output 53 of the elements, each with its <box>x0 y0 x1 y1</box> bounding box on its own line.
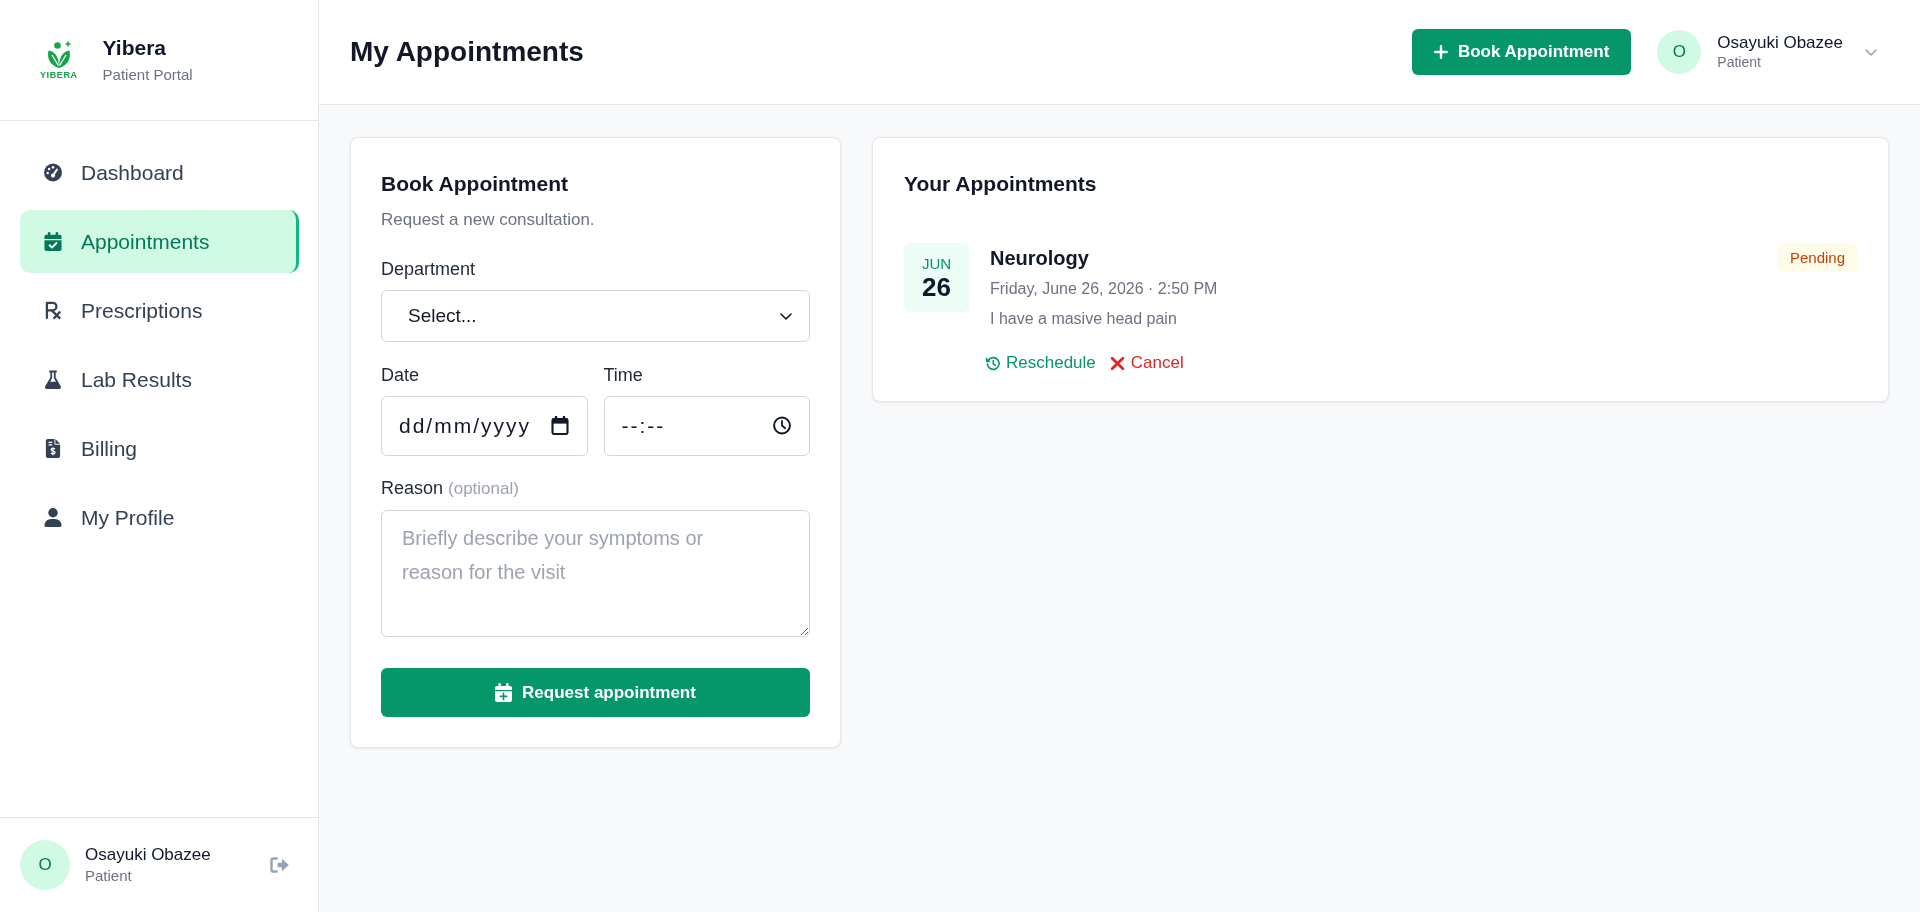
nav-item[interactable]: Dashboard <box>20 141 299 204</box>
nav-item[interactable]: Lab Results <box>20 348 299 411</box>
reschedule-link[interactable]: Reschedule <box>985 352 1096 374</box>
logout-icon[interactable] <box>270 857 289 873</box>
avatar: O <box>20 840 70 890</box>
flask-icon <box>44 370 62 389</box>
date-input[interactable]: dd/mm/yyyy <box>381 396 588 456</box>
brand-tagline: Patient Portal <box>102 66 193 84</box>
calendar-check-icon <box>44 232 62 251</box>
invoice-icon <box>44 439 62 458</box>
calendar-plus-icon <box>495 683 513 702</box>
clock-icon[interactable] <box>773 416 791 435</box>
chevron-down-icon <box>780 312 792 320</box>
close-icon <box>1109 355 1125 371</box>
card-title: Your Appointments <box>904 171 1098 197</box>
date-month: JUN <box>921 254 952 273</box>
field-label: Time <box>603 364 644 387</box>
field-label: Reason <box>381 477 444 500</box>
optional-hint: (optional) <box>448 478 519 500</box>
logo-wordmark: YIBERA <box>40 69 78 80</box>
date-day: 26 <box>922 272 951 301</box>
field-label: Date <box>381 364 421 387</box>
appointment-datetime: Friday, June 26, 2026 · 2:50 PM <box>990 279 1219 299</box>
prescription-icon <box>44 301 62 320</box>
reason-textarea[interactable]: Briefly describe your symptoms or reason for the visit <box>381 510 810 637</box>
calendar-icon[interactable] <box>550 416 569 435</box>
user-icon <box>44 508 62 527</box>
user-name: Osayuki Obazee <box>1717 33 1843 53</box>
gauge-icon <box>44 163 62 182</box>
appointment-note: I have a masive head pain <box>990 309 1178 329</box>
user-role: Patient <box>85 867 133 885</box>
user-role: Patient <box>1717 53 1762 71</box>
book-appointment-button[interactable]: Book Appointment <box>1411 29 1632 75</box>
nav-item[interactable]: Appointments <box>20 210 299 273</box>
history-icon <box>985 355 1000 371</box>
nav-item[interactable]: Prescriptions <box>20 279 299 342</box>
brand-name: Yibera <box>102 36 168 60</box>
user-name: Osayuki Obazee <box>85 845 211 865</box>
chevron-down-icon[interactable] <box>1865 48 1877 56</box>
card-subtitle: Request a new consultation. <box>381 209 596 231</box>
field-label: Department <box>381 258 477 281</box>
time-input[interactable]: --:-- <box>603 396 810 456</box>
request-appointment-button[interactable]: Request appointment <box>381 668 810 717</box>
plus-icon <box>1433 45 1448 59</box>
nav-item[interactable]: My Profile <box>20 486 299 549</box>
page-title: My Appointments <box>350 36 584 68</box>
nav-item[interactable]: Billing <box>20 417 299 480</box>
card-title: Book Appointment <box>381 171 570 197</box>
status-badge: Pending <box>1776 243 1858 272</box>
department-select[interactable]: Select... <box>381 290 810 342</box>
appointment-department: Neurology <box>990 246 1090 270</box>
cancel-link[interactable]: Cancel <box>1109 352 1184 374</box>
avatar: O <box>1657 30 1702 74</box>
